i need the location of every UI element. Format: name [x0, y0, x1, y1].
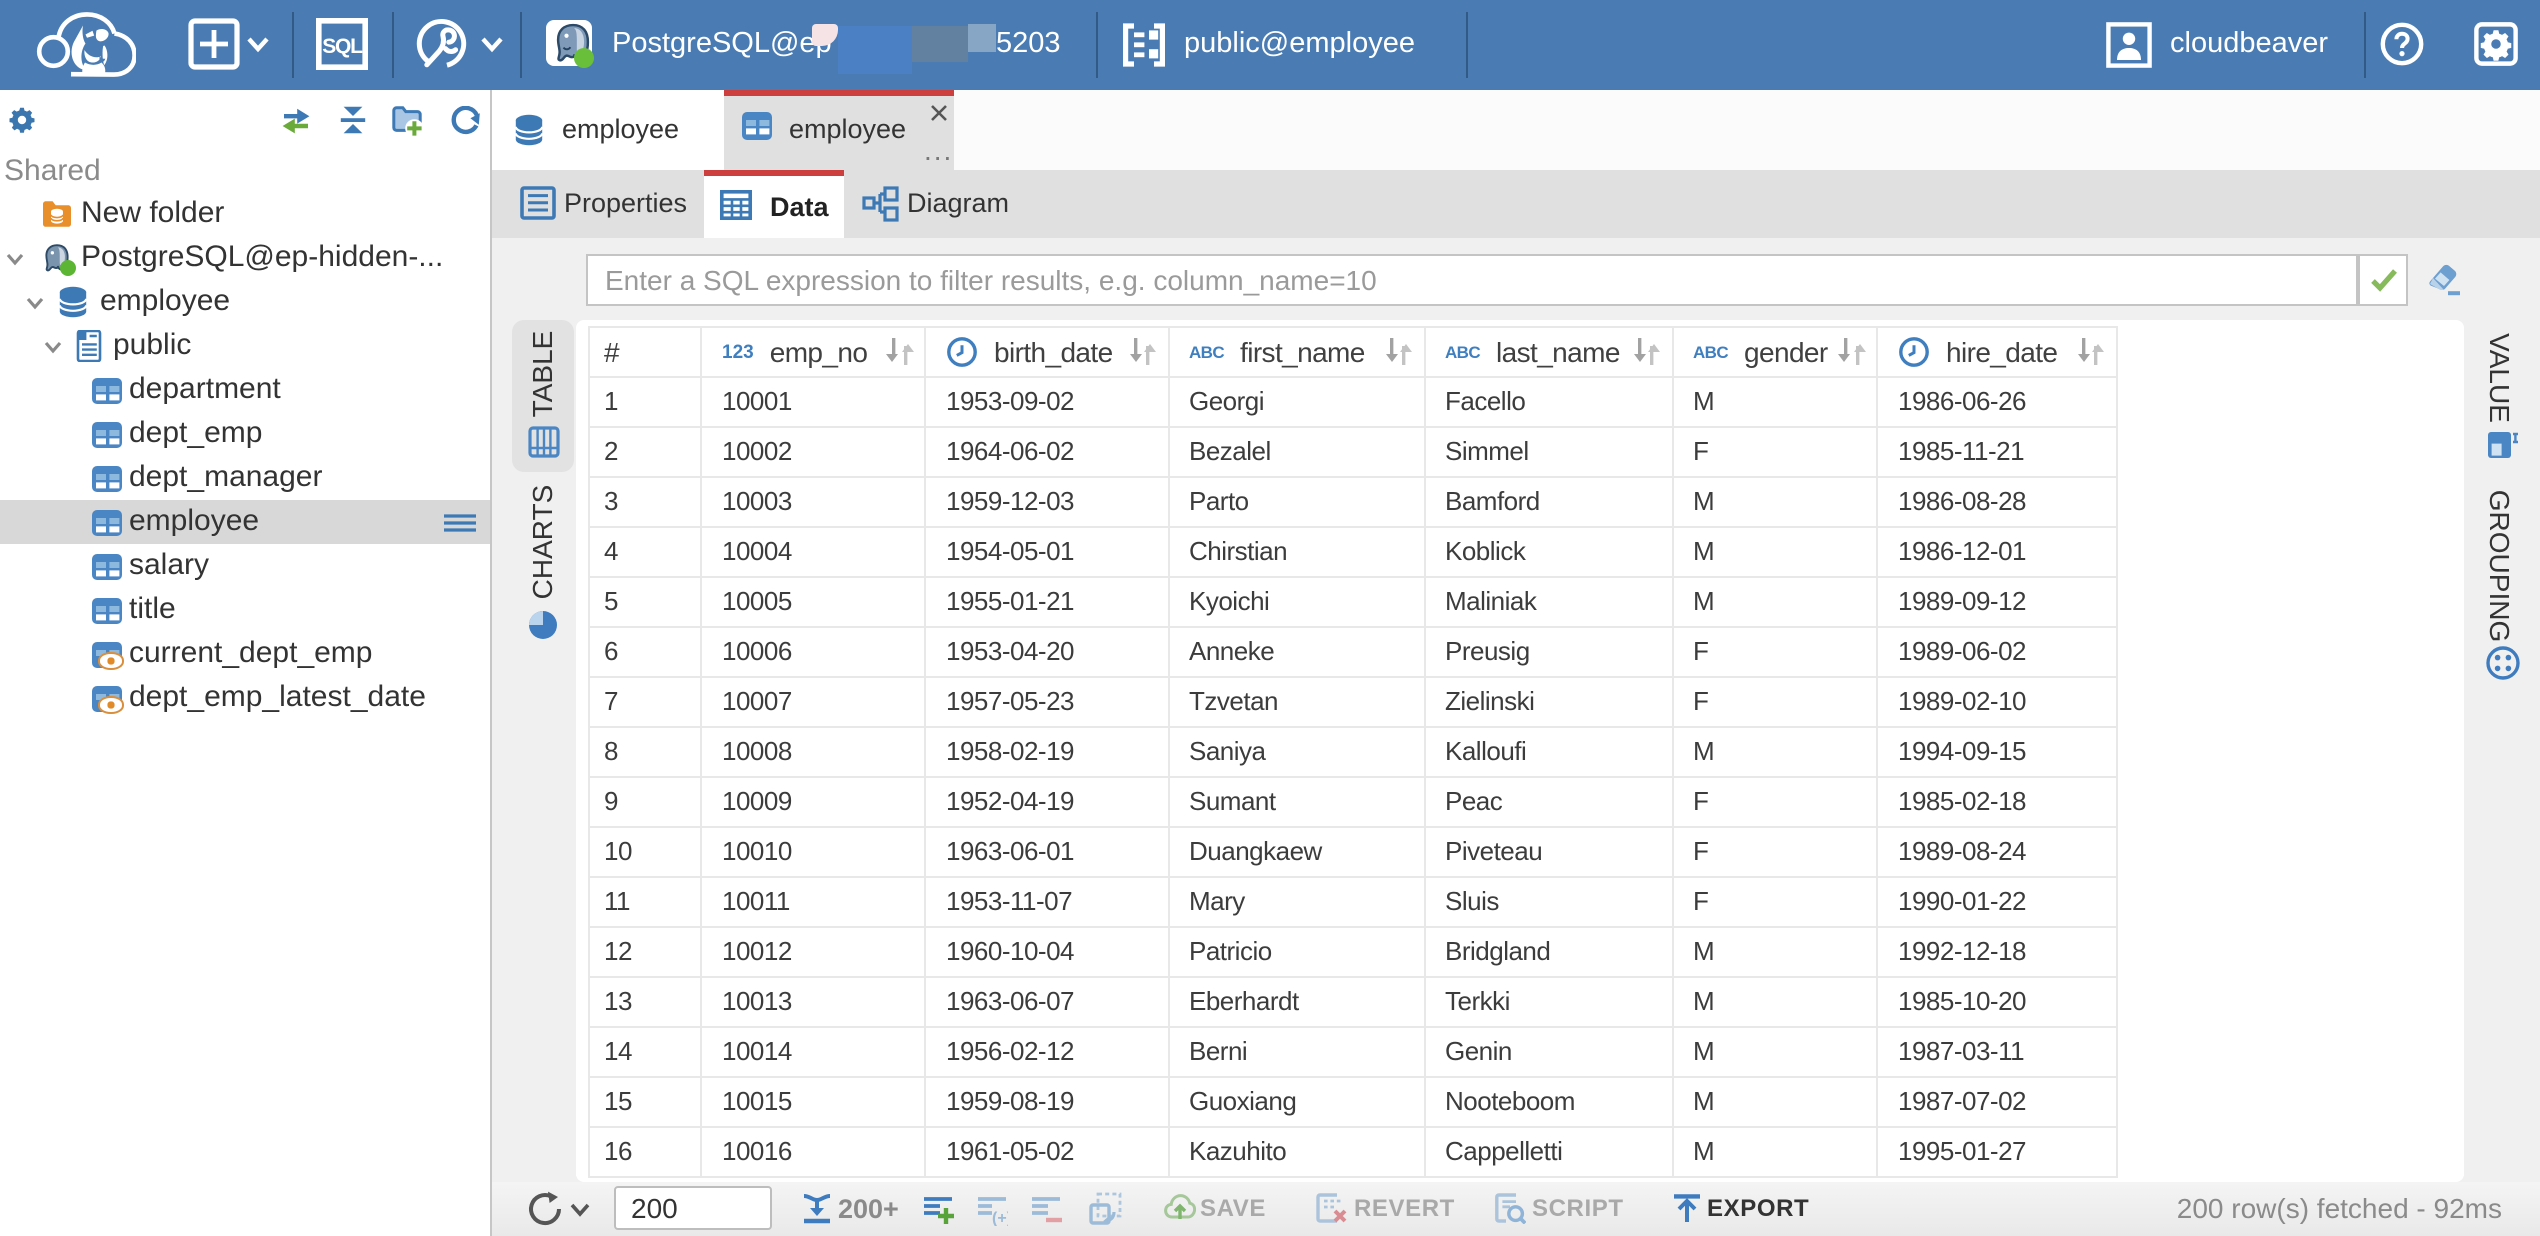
- svg-text:(+): (+): [991, 1209, 1007, 1225]
- svg-text:SQL: SQL: [322, 35, 363, 58]
